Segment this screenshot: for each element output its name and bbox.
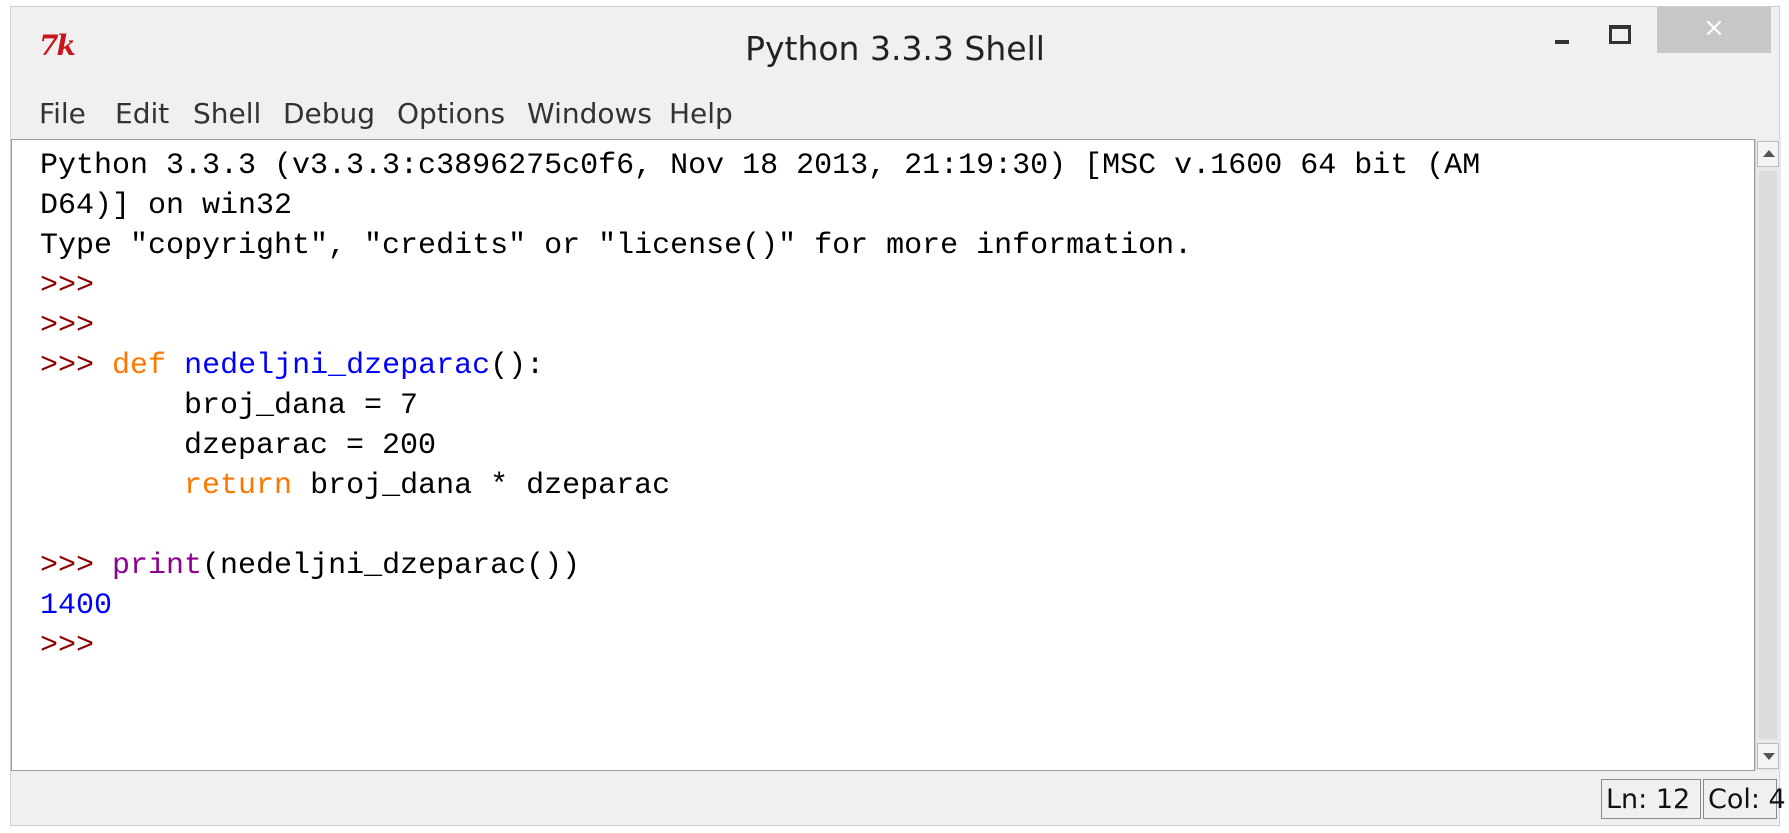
vertical-scrollbar[interactable] bbox=[1755, 139, 1781, 771]
menu-edit[interactable]: Edit bbox=[115, 97, 169, 130]
menu-shell[interactable]: Shell bbox=[193, 97, 261, 130]
menu-help[interactable]: Help bbox=[669, 97, 733, 130]
shell-output: Python 3.3.3 (v3.3.3:c3896275c0f6, Nov 1… bbox=[12, 140, 1754, 666]
output-value: 1400 bbox=[40, 589, 113, 623]
maximize-button[interactable] bbox=[1591, 7, 1647, 53]
banner-line-2: D64)] on win32 bbox=[40, 189, 293, 223]
status-bar: Ln: 12 Col: 4 bbox=[11, 771, 1786, 825]
prompt: >>> bbox=[40, 269, 95, 303]
line-indicator: Ln: 12 bbox=[1601, 779, 1701, 819]
close-icon: × bbox=[1703, 13, 1725, 43]
close-button[interactable]: × bbox=[1657, 7, 1771, 53]
code-line-dzeparac: dzeparac = 200 bbox=[40, 429, 437, 463]
code-line-broj-dana: broj_dana = 7 bbox=[40, 389, 419, 423]
def-tail: (): bbox=[490, 349, 545, 383]
prompt: >>> bbox=[40, 309, 95, 343]
prompt: >>> bbox=[40, 349, 95, 383]
prompt: >>> bbox=[40, 629, 95, 663]
menu-file[interactable]: File bbox=[39, 97, 86, 130]
function-name: nedeljni_dzeparac bbox=[184, 349, 491, 383]
scroll-down-arrow-icon[interactable] bbox=[1757, 743, 1779, 769]
menu-windows[interactable]: Windows bbox=[527, 97, 652, 130]
idle-shell-window: 7k Python 3.3.3 Shell × File Edit Shell … bbox=[10, 6, 1786, 826]
column-indicator: Col: 4 bbox=[1703, 779, 1786, 819]
minimize-button[interactable] bbox=[1535, 7, 1589, 53]
banner-line-3: Type "copyright", "credits" or "license(… bbox=[40, 229, 1193, 263]
title-bar[interactable]: 7k Python 3.3.3 Shell × bbox=[11, 7, 1779, 89]
scroll-track[interactable] bbox=[1759, 171, 1777, 739]
shell-text-area[interactable]: Python 3.3.3 (v3.3.3:c3896275c0f6, Nov 1… bbox=[11, 139, 1755, 771]
print-args: (nedeljni_dzeparac()) bbox=[202, 549, 581, 583]
menu-options[interactable]: Options bbox=[397, 97, 505, 130]
return-expression: broj_dana * dzeparac bbox=[292, 469, 671, 503]
menu-debug[interactable]: Debug bbox=[283, 97, 375, 130]
prompt: >>> bbox=[40, 549, 95, 583]
scroll-up-arrow-icon[interactable] bbox=[1757, 141, 1779, 167]
builtin-print: print bbox=[112, 549, 203, 583]
keyword-return: return bbox=[184, 469, 293, 503]
banner-line-1: Python 3.3.3 (v3.3.3:c3896275c0f6, Nov 1… bbox=[40, 149, 1481, 183]
window-title: Python 3.3.3 Shell bbox=[745, 29, 1045, 68]
menu-bar: File Edit Shell Debug Options Windows He… bbox=[11, 93, 1779, 135]
keyword-def: def bbox=[112, 349, 167, 383]
